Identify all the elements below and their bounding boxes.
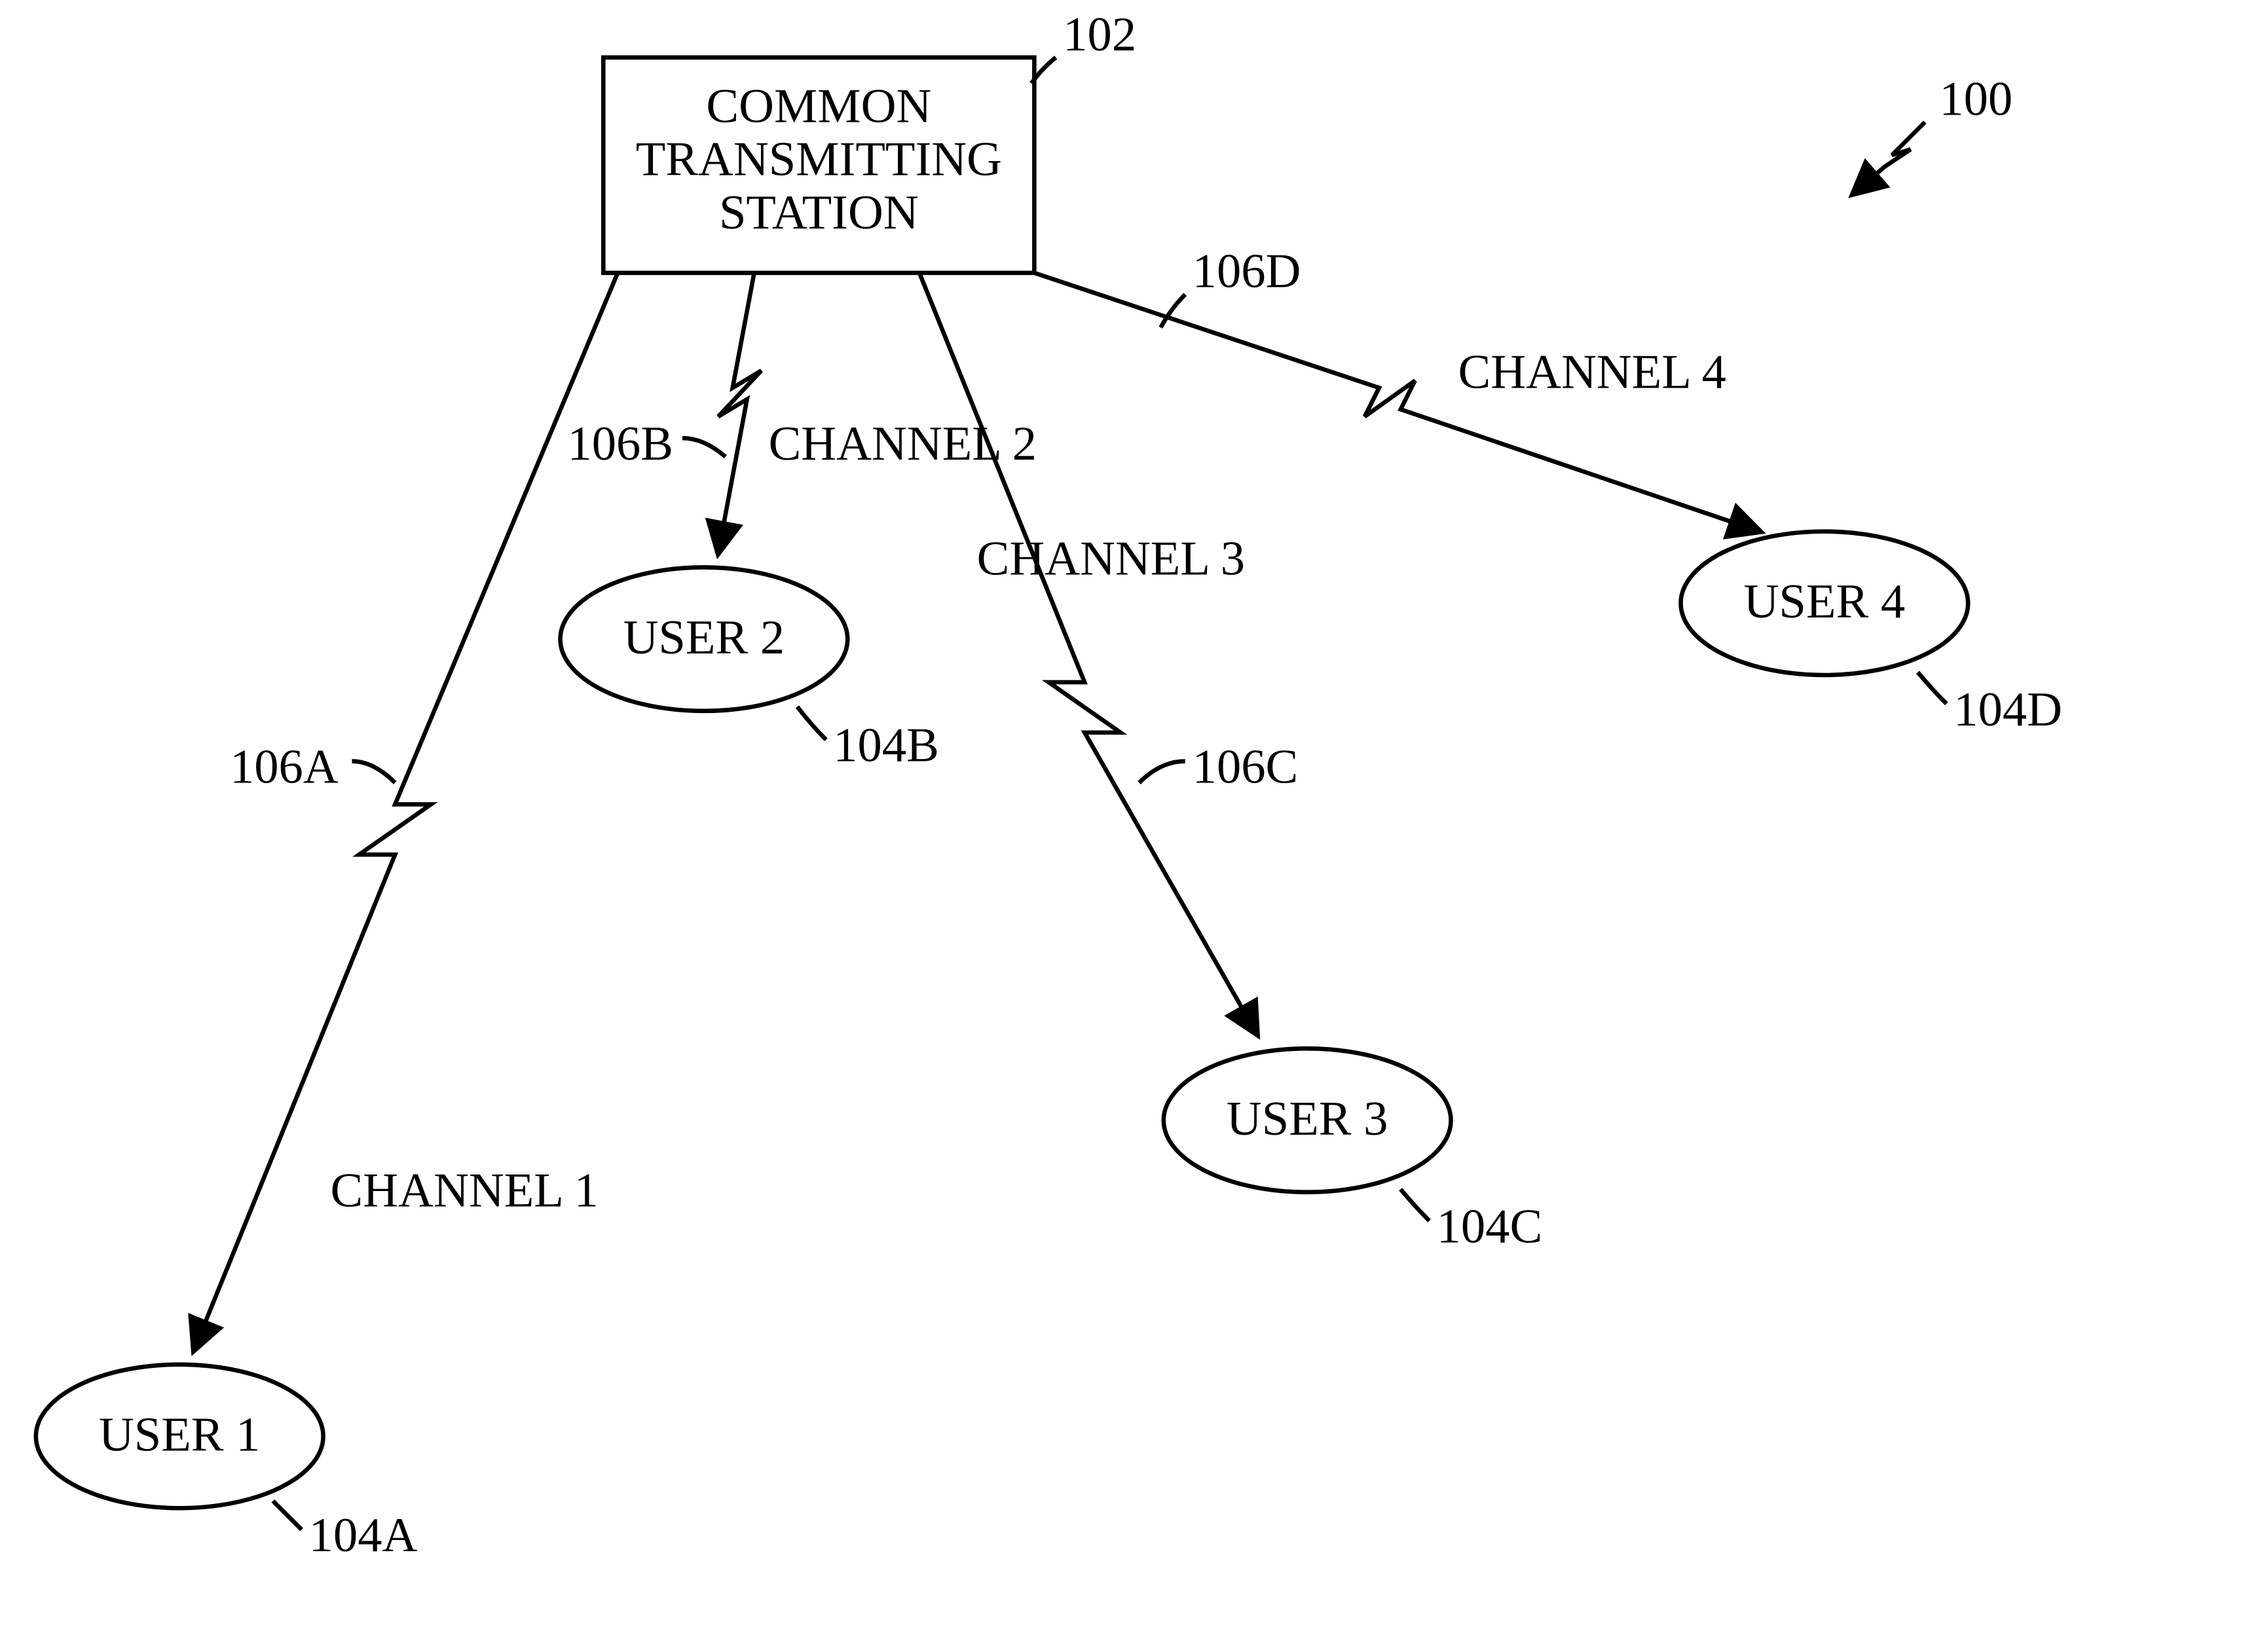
channel-b-arrow [718,273,762,553]
user-c-ref: 104C [1437,1200,1543,1253]
user-c-ref-leader [1401,1189,1430,1221]
channel-d-ref: 106D [1193,245,1301,299]
station-ref: 102 [1063,8,1136,62]
user-b-ref: 104B [833,719,939,773]
user-b-ref-leader [797,707,826,739]
user-a-ref-leader [273,1501,302,1530]
channel-b-ref-leader [682,438,726,457]
channel-c-label: CHANNEL 3 [977,532,1245,585]
channel-d-label: CHANNEL 4 [1458,345,1726,399]
channel-a-ref: 106A [230,741,339,794]
channel-c-ref-leader [1139,762,1185,783]
user-a-label: USER 1 [99,1408,261,1462]
station-line1: COMMON [706,79,931,133]
user-d-ref: 104D [1954,683,2062,737]
channel-c-ref: 106C [1193,741,1299,794]
figure-ref: 100 [1939,72,2012,126]
channel-c-arrow [919,273,1257,1035]
channel-a-ref-leader [352,762,395,783]
station-line3: STATION [719,186,919,240]
user-c-label: USER 3 [1227,1092,1388,1146]
channel-b-ref: 106B [567,417,673,471]
station-line2: TRANSMITTING [636,133,1002,187]
user-d-ref-leader [1917,672,1946,704]
user-b-label: USER 2 [623,611,785,665]
channel-d-arrow [1034,273,1760,532]
user-a-ref: 104A [309,1509,418,1562]
user-d-label: USER 4 [1744,575,1906,629]
figure-ref-arrow [1853,122,1925,194]
channel-a-label: CHANNEL 1 [331,1164,599,1218]
patent-diagram: 100 COMMON TRANSMITTING STATION 102 CHAN… [0,0,2241,1652]
